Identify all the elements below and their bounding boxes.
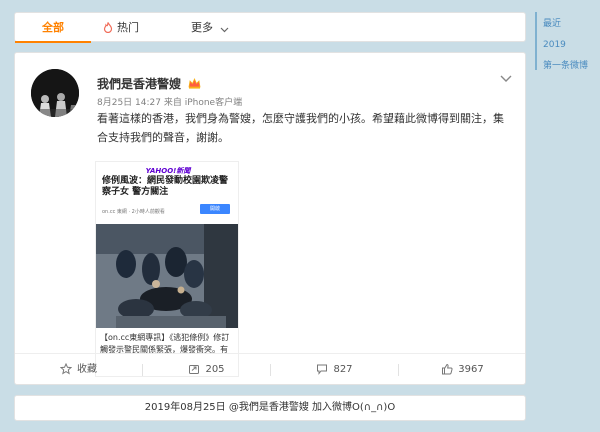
author-name-text: 我們是香港警嫂 <box>97 77 182 91</box>
preview-logo: YAHOO!新聞 <box>145 167 191 175</box>
tab-hot[interactable]: 热门 <box>103 13 173 43</box>
comment-icon <box>317 364 328 375</box>
crown-badge-icon <box>188 78 201 89</box>
tab-more[interactable]: 更多 <box>191 13 251 43</box>
post-action-bar: 收藏 205 827 3967 <box>15 353 525 386</box>
tab-more-label: 更多 <box>191 21 213 34</box>
repost-button[interactable]: 205 <box>143 354 270 386</box>
preview-title: 修例風波：網民發動校園欺凌警察子女 警方關注 <box>102 176 229 197</box>
avatar[interactable] <box>31 69 79 117</box>
comment-button[interactable]: 827 <box>271 354 398 386</box>
post-menu-button[interactable] <box>499 69 513 82</box>
chevron-down-icon <box>220 27 228 33</box>
collect-button[interactable]: 收藏 <box>15 354 142 386</box>
post-body-text: 看著這樣的香港，我們身為警嫂，怎麼守護我們的小孩。希望藉此微博得到關注，集合支持… <box>97 112 504 144</box>
timeline-year-link[interactable]: 2019 <box>543 40 566 50</box>
timeline-recent-link[interactable]: 最近 <box>543 16 561 29</box>
feed-tab-bar: 全部 热门 更多 <box>14 12 526 43</box>
preview-source: on.cc 東網 · 2小時人前觀看 <box>102 209 165 215</box>
thumbs-up-icon <box>442 363 453 375</box>
collect-label: 收藏 <box>77 364 97 375</box>
timeline-nav: 最近 2019 第一条微博 <box>535 12 595 82</box>
avatar-image <box>31 69 79 117</box>
preview-photo <box>96 224 238 328</box>
repost-count: 205 <box>205 364 225 375</box>
chevron-down-icon <box>500 75 512 82</box>
author-name[interactable]: 我們是香港警嫂 <box>97 75 201 92</box>
like-count: 3967 <box>458 364 484 375</box>
comment-count: 827 <box>333 364 353 375</box>
preview-open-button: 開啟 <box>200 204 230 214</box>
join-info-card: 2019年08月25日 @我們是香港警嫂 加入微博O(∩_∩)O <box>14 395 526 421</box>
tab-hot-label: 热门 <box>117 21 139 34</box>
like-button[interactable]: 3967 <box>399 354 526 386</box>
post-image-preview[interactable]: YAHOO!新聞 修例風波：網民發動校園欺凌警察子女 警方關注 on.cc 東網… <box>95 161 239 377</box>
fire-icon <box>103 20 113 34</box>
post-meta: 8月25日 14:27 来自 iPhone客户端 <box>97 98 243 108</box>
repost-icon <box>189 365 200 374</box>
star-icon <box>59 362 73 375</box>
timeline-line <box>535 12 537 70</box>
post-card: 我們是香港警嫂 8月25日 14:27 来自 iPhone客户端 看著這樣的香港… <box>14 52 526 385</box>
tab-all[interactable]: 全部 <box>15 13 91 43</box>
timeline-first-post-link[interactable]: 第一条微博 <box>543 58 588 71</box>
join-info-text: 2019年08月25日 @我們是香港警嫂 加入微博O(∩_∩)O <box>144 402 396 413</box>
